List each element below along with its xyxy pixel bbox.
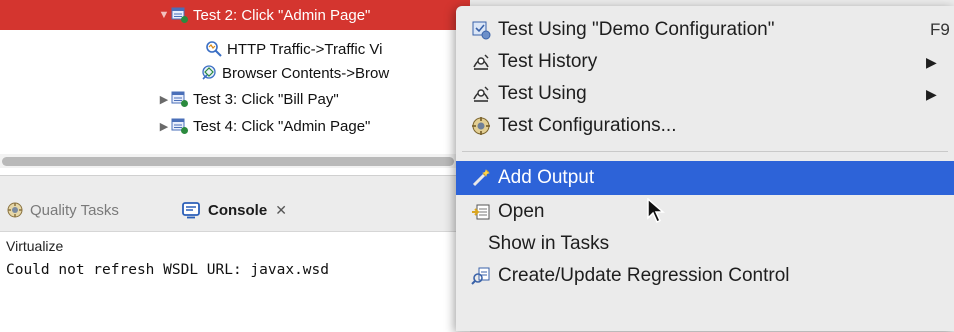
scrollbar-thumb[interactable]: [2, 157, 454, 166]
menu-item-label: Test Using "Demo Configuration": [498, 19, 775, 40]
submenu-arrow-icon: ▶: [926, 53, 937, 70]
tree-item-label: Browser Contents->Brow: [222, 64, 390, 82]
tree-item-label: Test 3: Click "Bill Pay": [193, 90, 339, 108]
menu-item-label: Test Configurations...: [498, 115, 677, 136]
quality-tasks-icon: [6, 201, 24, 219]
tree-item-label: Test 4: Click "Admin Page": [193, 117, 371, 135]
tree-item-label: Test 2: Click "Admin Page": [193, 6, 371, 24]
close-icon[interactable]: ✕: [275, 202, 287, 219]
menu-item-label: Test History: [498, 51, 598, 72]
test-suite-icon: [171, 90, 189, 108]
test-history-icon: [470, 51, 492, 73]
test-suite-icon: [171, 117, 189, 135]
tree-item-http-traffic[interactable]: HTTP Traffic->Traffic Vi: [205, 38, 382, 60]
context-menu: Test Using "Demo Configuration" F9 Test …: [456, 6, 954, 331]
tree-item-test-2[interactable]: ▼ Test 2: Click "Admin Page": [0, 0, 470, 30]
test-config-icon: [470, 19, 492, 41]
console-line: Could not refresh WSDL URL: javax.wsd: [6, 262, 330, 278]
tab-label: Quality Tasks: [30, 201, 119, 219]
tab-quality-tasks[interactable]: Quality Tasks: [6, 198, 119, 222]
menu-item-label: Create/Update Regression Control: [498, 265, 790, 286]
menu-item-open[interactable]: Open: [456, 196, 954, 228]
expand-arrow-icon[interactable]: ▼: [157, 9, 171, 21]
mouse-cursor-icon: [647, 198, 666, 224]
test-tree-pane: ▼ Test 2: Click "Admin Page" HTTP Traffi…: [0, 0, 470, 175]
traffic-viewer-icon: [205, 40, 223, 58]
menu-item-test-history[interactable]: Test History ▶: [456, 46, 954, 78]
menu-item-label: Open: [498, 201, 545, 222]
open-icon: [470, 201, 492, 223]
tab-label: Console: [208, 201, 268, 219]
expand-arrow-icon[interactable]: ▶: [157, 93, 171, 106]
expand-arrow-icon[interactable]: ▶: [157, 120, 171, 133]
menu-item-test-using-demo-configuration[interactable]: Test Using "Demo Configuration" F9: [456, 14, 954, 46]
menu-item-show-in-tasks[interactable]: Show in Tasks: [456, 228, 954, 260]
tree-item-test-4[interactable]: ▶ Test 4: Click "Admin Page": [157, 115, 371, 137]
console-icon: [182, 201, 200, 219]
console-output-area[interactable]: [0, 231, 470, 332]
menu-item-label: Test Using: [498, 83, 587, 104]
tree-item-test-3[interactable]: ▶ Test 3: Click "Bill Pay": [157, 88, 339, 110]
tab-console[interactable]: Console ✕: [182, 198, 287, 222]
menu-item-test-using[interactable]: Test Using ▶: [456, 78, 954, 110]
console-title: Virtualize: [6, 238, 64, 254]
add-output-icon: [470, 167, 492, 189]
menu-item-label: Add Output: [498, 167, 595, 188]
tree-item-browser-contents[interactable]: Browser Contents->Brow: [200, 62, 389, 84]
tree-item-label: HTTP Traffic->Traffic Vi: [227, 40, 383, 58]
browser-contents-icon: [200, 64, 218, 82]
menu-shortcut: F9: [930, 20, 950, 39]
menu-separator: [462, 151, 948, 152]
menu-item-add-output[interactable]: Add Output: [456, 161, 954, 195]
test-suite-icon: [171, 6, 189, 24]
horizontal-scrollbar[interactable]: [0, 154, 470, 168]
menu-item-label: Show in Tasks: [488, 233, 610, 254]
test-using-icon: [470, 83, 492, 105]
regression-control-icon: [470, 265, 492, 287]
submenu-arrow-icon: ▶: [926, 85, 937, 102]
configurations-icon: [470, 115, 492, 137]
menu-item-test-configurations[interactable]: Test Configurations...: [456, 110, 954, 142]
menu-item-create-update-regression-control[interactable]: Create/Update Regression Control: [456, 260, 954, 292]
